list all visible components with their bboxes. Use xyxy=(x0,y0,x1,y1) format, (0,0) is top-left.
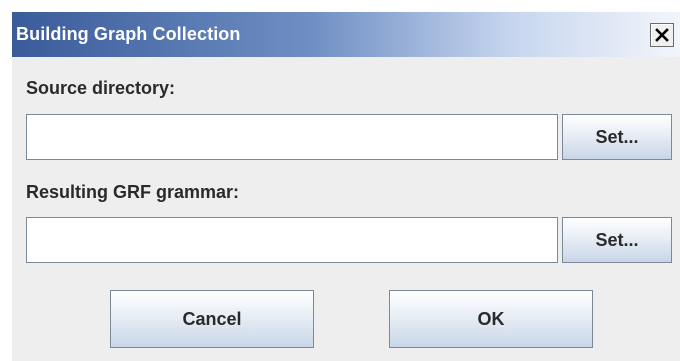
title-bar[interactable]: Building Graph Collection xyxy=(12,12,680,57)
dialog-window: Building Graph Collection Source directo… xyxy=(12,12,680,361)
source-directory-label: Source directory: xyxy=(26,78,176,98)
cancel-button[interactable]: Cancel xyxy=(110,290,314,348)
set-grammar-button[interactable]: Set... xyxy=(562,217,672,263)
resulting-grammar-input[interactable] xyxy=(26,217,558,263)
ok-button[interactable]: OK xyxy=(389,290,593,348)
close-icon xyxy=(655,28,669,42)
source-directory-input[interactable] xyxy=(26,114,558,160)
close-button[interactable] xyxy=(650,23,674,47)
resulting-grammar-label: Resulting GRF grammar: xyxy=(26,182,240,202)
window-title: Building Graph Collection xyxy=(16,24,241,44)
set-source-button[interactable]: Set... xyxy=(562,114,672,160)
